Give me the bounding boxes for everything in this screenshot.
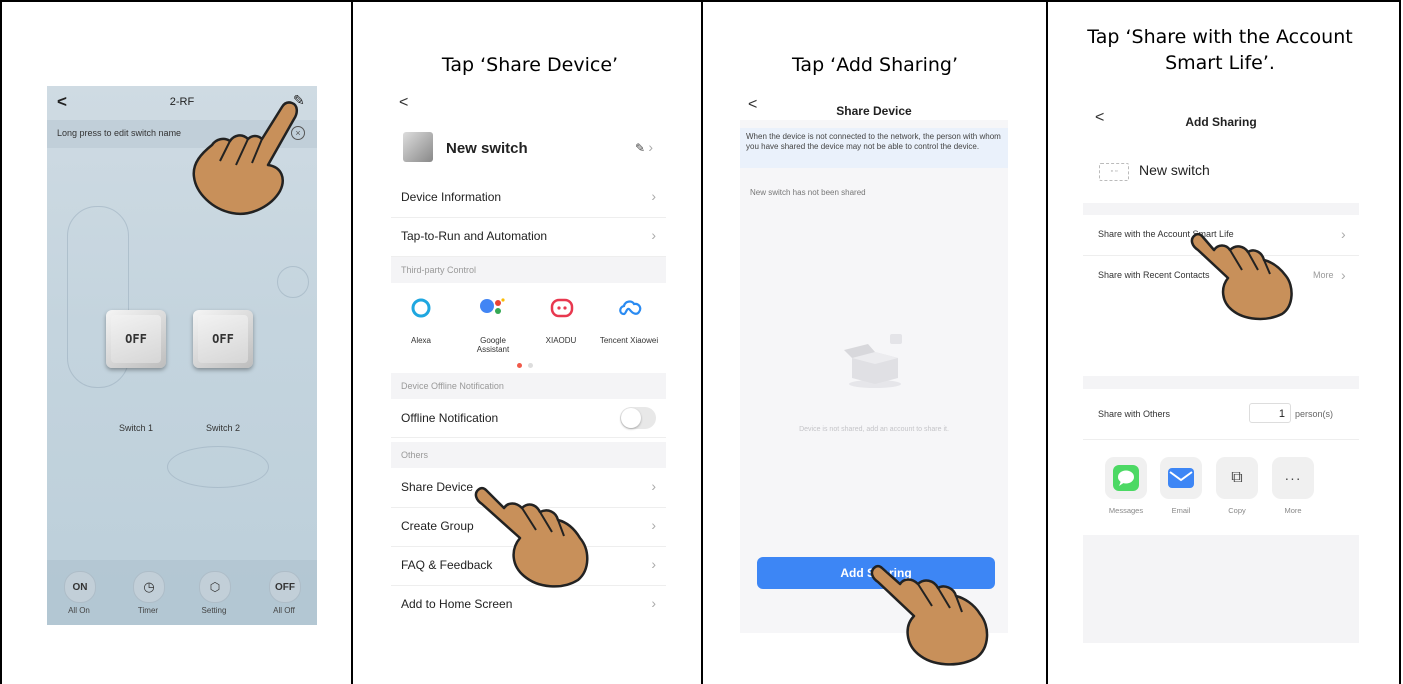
share-others-row: Share with Others 1 person(s) bbox=[1083, 389, 1359, 440]
row-label: Tap-to-Run and Automation bbox=[401, 229, 548, 243]
edit-name-icon[interactable]: ✎ › bbox=[635, 139, 653, 155]
chevron-right-icon: › bbox=[651, 478, 656, 494]
xiaodu-icon[interactable] bbox=[550, 298, 574, 318]
row-label: Share Device bbox=[401, 480, 474, 494]
page-indicator-dot bbox=[528, 363, 533, 368]
google-assistant-icon[interactable] bbox=[479, 296, 505, 320]
more-label: More bbox=[1284, 506, 1302, 515]
alexa-label: Alexa bbox=[410, 336, 431, 345]
timer-icon[interactable]: ◷ bbox=[133, 571, 165, 603]
email-icon bbox=[1168, 468, 1194, 488]
messages-button[interactable] bbox=[1105, 457, 1147, 499]
copy-icon[interactable]: ⧉ bbox=[1216, 457, 1258, 499]
switch-2-button[interactable]: OFF bbox=[193, 310, 253, 368]
panel-divider bbox=[1046, 0, 1048, 684]
chevron-right-icon: › bbox=[651, 556, 656, 572]
tap-to-run-row[interactable]: Tap-to-Run and Automation › bbox=[391, 217, 666, 257]
email-button[interactable] bbox=[1160, 457, 1202, 499]
person-count-input[interactable]: 1 bbox=[1249, 403, 1291, 423]
offline-notice: When the device is not connected to the … bbox=[740, 128, 1008, 168]
section-header: Device Offline Notification bbox=[391, 373, 666, 399]
device-thumbnail bbox=[403, 132, 433, 162]
all-off-label: All Off bbox=[273, 606, 295, 615]
caption-line: Tap ‘Share with the Account bbox=[1087, 26, 1353, 48]
screen-title: Share Device bbox=[836, 104, 912, 118]
chevron-right-icon: › bbox=[651, 227, 656, 243]
count-unit: person(s) bbox=[1295, 409, 1334, 419]
switch-1-state: OFF bbox=[111, 315, 161, 363]
tap-hand-icon bbox=[474, 486, 589, 588]
setting-label: Setting bbox=[201, 606, 227, 615]
chevron-right-icon: › bbox=[651, 517, 656, 533]
back-button[interactable]: < bbox=[399, 94, 408, 112]
device-name: New switch bbox=[1139, 162, 1210, 178]
bottom-toolbar: ON ◷ ⬡ OFF All On Timer Setting All Off bbox=[47, 560, 317, 625]
empty-box-icon bbox=[844, 334, 902, 388]
background-decoration bbox=[167, 446, 269, 488]
panel-divider bbox=[351, 0, 353, 684]
xiaodu-label: XIAODU bbox=[545, 336, 577, 345]
row-label: Device Information bbox=[401, 190, 502, 204]
caption-share-account: Tap ‘Share with the Account Smart Life’. bbox=[1060, 24, 1380, 76]
screen-title: Add Sharing bbox=[1185, 115, 1257, 129]
panel-divider bbox=[701, 0, 703, 684]
device-name: New switch bbox=[446, 140, 528, 157]
device-thumbnail: ▫ ▫ bbox=[1099, 163, 1129, 181]
nav-bar: < Share Device bbox=[740, 90, 1008, 120]
not-shared-text: New switch has not been shared bbox=[750, 188, 866, 197]
caption-share-device: Tap ‘Share Device’ bbox=[441, 54, 619, 76]
offline-notification-toggle[interactable] bbox=[620, 407, 656, 429]
background-decoration bbox=[277, 266, 309, 298]
hint-text: Long press to edit switch name bbox=[57, 128, 182, 138]
more-share-icon[interactable]: ··· bbox=[1272, 457, 1314, 499]
chevron-right-icon: › bbox=[1341, 226, 1346, 242]
setting-icon[interactable]: ⬡ bbox=[199, 571, 231, 603]
chevron-right-icon: › bbox=[651, 188, 656, 204]
switch-2-label: Switch 2 bbox=[205, 423, 240, 433]
all-on-label: All On bbox=[68, 606, 90, 615]
alexa-icon[interactable] bbox=[411, 298, 431, 318]
section-title: Device Offline Notification bbox=[401, 381, 504, 391]
device-information-row[interactable]: Device Information › bbox=[391, 178, 666, 218]
offline-notification-row: Offline Notification bbox=[391, 399, 666, 438]
timer-label: Timer bbox=[137, 606, 159, 615]
chevron-right-icon: › bbox=[1341, 267, 1346, 283]
all-off-icon[interactable]: OFF bbox=[269, 571, 301, 603]
section-title: Third-party Control bbox=[401, 265, 477, 275]
email-label: Email bbox=[1171, 506, 1191, 515]
section-header: Others bbox=[391, 442, 666, 468]
switch-1-button[interactable]: OFF bbox=[106, 310, 166, 368]
row-label: Add to Home Screen bbox=[401, 597, 513, 611]
row-label: Offline Notification bbox=[401, 411, 499, 425]
caption-add-sharing: Tap ‘Add Sharing’ bbox=[791, 54, 959, 76]
empty-hint: Device is not shared, add an account to … bbox=[799, 426, 949, 433]
row-label: Share with Others bbox=[1098, 409, 1171, 419]
messages-icon bbox=[1113, 465, 1139, 491]
chevron-right-icon: › bbox=[651, 595, 656, 611]
copy-label: Copy bbox=[1228, 506, 1246, 515]
page-indicator-dot-active bbox=[517, 363, 522, 368]
share-device-screen: < Share Device When the device is not co… bbox=[740, 90, 1008, 633]
more-link[interactable]: More bbox=[1313, 270, 1334, 280]
all-on-icon[interactable]: ON bbox=[64, 571, 96, 603]
share-apps-row: ⧉ ··· Messages Email Copy More bbox=[1083, 440, 1359, 535]
messages-label: Messages bbox=[1108, 506, 1144, 515]
tencent-xiaowei-icon[interactable] bbox=[617, 298, 643, 318]
tap-hand-icon bbox=[192, 101, 298, 216]
switch-2-state: OFF bbox=[198, 315, 248, 363]
switch-1-label: Switch 1 bbox=[118, 423, 153, 433]
header-area: < Add Sharing ▫ ▫ New switch bbox=[1083, 103, 1359, 203]
section-header: Third-party Control bbox=[391, 257, 666, 283]
tencent-xiaowei-label: Tencent Xiaowei bbox=[599, 336, 659, 345]
caption-line: Smart Life’. bbox=[1165, 52, 1275, 74]
google-assistant-label: Google Assistant bbox=[476, 336, 510, 354]
add-sharing-screen: < Add Sharing ▫ ▫ New switch Share with … bbox=[1083, 103, 1359, 643]
row-label: Create Group bbox=[401, 519, 474, 533]
section-title: Others bbox=[401, 450, 429, 460]
toggle-knob bbox=[621, 408, 641, 428]
tap-hand-icon bbox=[1190, 232, 1293, 321]
tap-hand-icon bbox=[870, 564, 989, 666]
